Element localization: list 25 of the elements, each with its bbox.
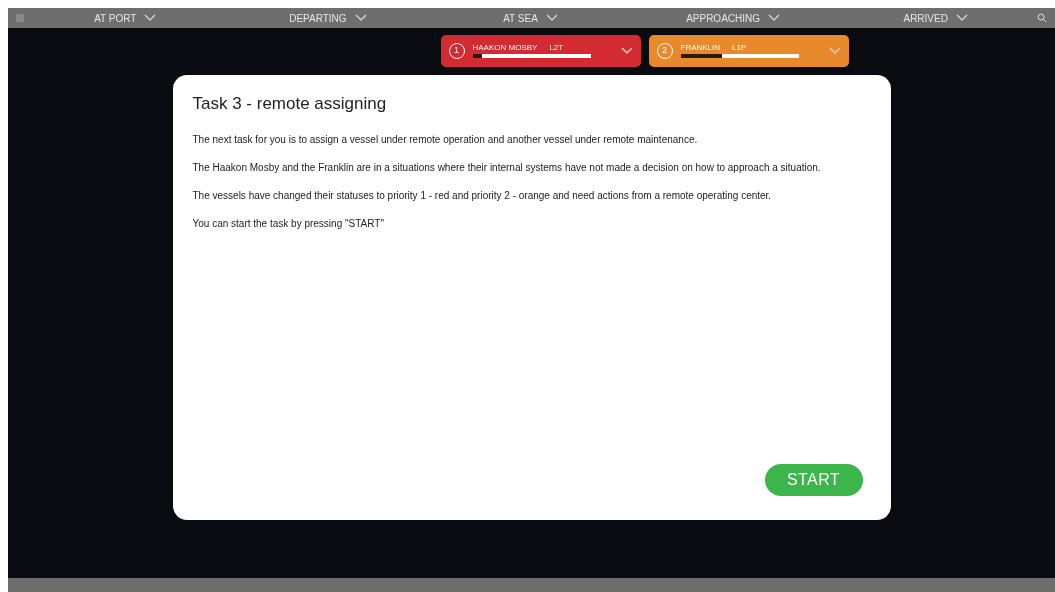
vessel-name: HAAKON MOSBY (472, 44, 538, 52)
chevron-down-icon (620, 47, 633, 55)
nav-tab[interactable]: AT PORT (24, 10, 227, 26)
chevron-down-icon (545, 14, 558, 22)
chevron-down-icon (828, 47, 841, 55)
chevron-down-icon (144, 14, 157, 22)
dialog-paragraph: You can start the task by pressing "START" (192, 216, 385, 231)
search-icon[interactable] (1037, 13, 1047, 23)
vessel-card[interactable]: 2 FRANKLIN L1P (648, 35, 849, 67)
vessel-code: L1P (732, 44, 747, 52)
nav-tab[interactable]: AT SEA (429, 10, 632, 26)
chevron-down-icon (955, 14, 968, 22)
dialog-paragraph: The vessels have changed their statuses to priority 1 - red and priority 2 - orange and need actions from a remote operating center. (192, 188, 773, 203)
chevron-down-icon (354, 14, 367, 22)
dialog-paragraph: The next task for you is to assign a vessel under remote operation and another vessel under remote maintenance. (192, 132, 699, 147)
chevron-down-icon (768, 14, 781, 22)
nav-tab[interactable]: ARRIVED (834, 10, 1037, 26)
nav-tab[interactable]: DEPARTING (226, 10, 430, 26)
vessel-name: FRANKLIN (680, 44, 721, 52)
dialog-paragraph: The Haakon Mosby and the Franklin are in a situations where their internal systems have not made a decision on how to approach a situation. (192, 160, 822, 175)
vessel-code: L2T (549, 44, 564, 52)
dialog-title: Task 3 - remote assigning (192, 93, 388, 115)
nav-tab[interactable]: APPROACHING (631, 10, 835, 26)
vessel-card[interactable]: 1 HAAKON MOSBY L2T (440, 35, 641, 67)
start-button[interactable]: START (764, 464, 863, 496)
